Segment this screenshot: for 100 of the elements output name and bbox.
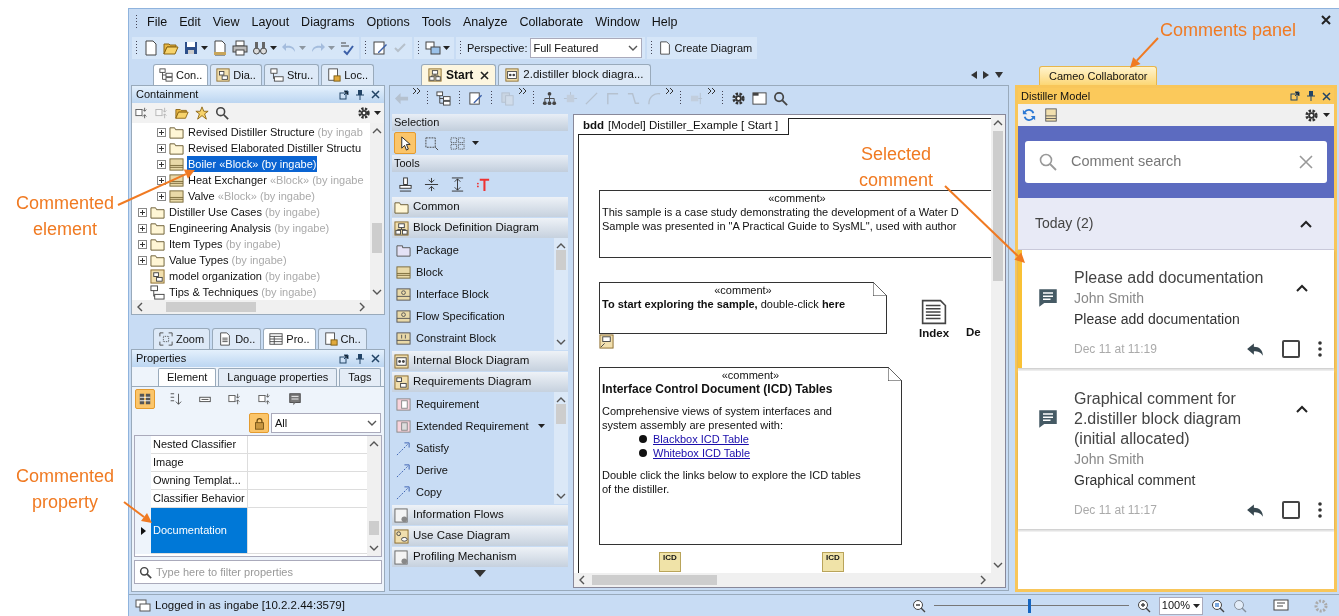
icd-icon[interactable]: ICD (659, 552, 681, 572)
zoom-dropdown[interactable]: 100% (1158, 596, 1203, 615)
comment-text: To start exploring the sample, double-click here (602, 297, 847, 311)
comment-card[interactable]: Please add documentation John Smith Please add documentation Dec 11 at 11:19 (1018, 250, 1334, 368)
palette-item[interactable]: Satisfy (392, 437, 554, 459)
callout-label: Commented element (14, 192, 115, 241)
menu-item[interactable]: Collaborate (513, 12, 590, 32)
palette-group[interactable]: Requirements Diagram (392, 372, 568, 392)
diagram-tab[interactable]: 2.distiller block diagra... (498, 64, 651, 85)
palette-item[interactable]: Copy (392, 481, 554, 503)
tree-item[interactable]: Revised Distiller Structure (by ingab (187, 123, 364, 141)
link[interactable]: Whitebox ICD Table (653, 446, 750, 460)
callout-label: Selected comment (858, 143, 934, 192)
filter-field[interactable]: Type here to filter properties (134, 560, 382, 584)
menu-item[interactable]: Analyze (456, 12, 514, 32)
shape-label: De (966, 325, 981, 340)
menu-item[interactable]: Options (360, 12, 416, 32)
palette-group[interactable]: Internal Block Diagram (392, 351, 568, 371)
tree-item[interactable]: Engineering Analysis (by ingabe) (168, 219, 331, 237)
comment-title: Interface Control Document (ICD) Tables (602, 382, 834, 396)
panel-tab[interactable]: Con.. (153, 64, 209, 85)
properties-tab[interactable]: Tags (339, 368, 381, 386)
tree-item[interactable]: Boiler «Block» (by ingabe) (187, 155, 318, 173)
comment-text: Comprehensive views of system interfaces and system assembly are presented with: (602, 404, 833, 432)
panel-tab[interactable]: Stru.. (263, 64, 320, 85)
palette-item[interactable]: Derive (392, 459, 554, 481)
menu-item[interactable]: Tools (415, 12, 457, 32)
menu-item[interactable]: Window (589, 12, 646, 32)
tree-item[interactable]: model organization (by ingabe) (168, 267, 322, 285)
filter-dropdown[interactable]: All (271, 413, 381, 433)
palette-section-label: Tools (392, 155, 568, 172)
panel-tab[interactable]: Zoom (153, 328, 211, 349)
callout-label: Comments panel (1160, 19, 1297, 42)
comment-body: Graphical comment (1074, 471, 1197, 490)
menu-item[interactable]: File (141, 12, 174, 32)
perspective-label: Perspective: (467, 40, 528, 56)
link[interactable]: Blackbox ICD Table (653, 432, 749, 446)
comment-author: John Smith (1074, 289, 1146, 308)
property-name[interactable]: Image (151, 454, 248, 472)
comment-title: Please add documentation (1074, 268, 1265, 288)
search-field[interactable]: Comment search (1025, 141, 1327, 183)
comment-stereotype: «comment» (720, 368, 781, 382)
menu-item[interactable]: Edit (173, 12, 207, 32)
palette-item[interactable]: Interface Block (392, 283, 554, 305)
property-name[interactable]: Nested Classifier (151, 436, 248, 454)
tree-item[interactable]: Valve «Block» (by ingabe) (187, 187, 316, 205)
panel-tab[interactable]: Ch.. (317, 328, 367, 349)
callout-label: Commented property (14, 465, 115, 514)
comment-note[interactable]: «comment» This sample is a case study demonstrating the development of a Water D Sample was presented in "A Practical Guide to SysML", used with author (599, 190, 991, 258)
comment-text: Double click the links below to explore the ICD tables of the distiller. (602, 468, 862, 496)
comment-date: Dec 11 at 11:17 (1074, 502, 1157, 519)
panel-tab[interactable]: Dia.. (210, 64, 262, 85)
menu-item[interactable]: Diagrams (295, 12, 361, 32)
frame-label: bdd [Model] Distiller_Example [ Start ] (578, 118, 790, 135)
panel-tab[interactable]: Do.. (212, 328, 262, 349)
filter-input[interactable]: Type here to filter properties (156, 563, 377, 581)
palette-group[interactable]: Block Definition Diagram (392, 218, 568, 238)
property-name[interactable]: Documentation (151, 508, 248, 554)
palette-group[interactable]: Use Case Diagram (392, 526, 568, 546)
palette-item[interactable]: Requirement (392, 393, 554, 415)
panel-tab[interactable]: Loc.. (321, 64, 375, 85)
palette-item[interactable]: Extended Requirement (392, 415, 554, 437)
icd-icon[interactable]: ICD (822, 552, 844, 572)
comment-note[interactable]: «comment» To start exploring the sample, double-click here (599, 282, 887, 334)
palette-group[interactable]: Profiling Mechanism (392, 547, 568, 567)
panel-tab[interactable]: Cameo Collaborator (1039, 66, 1158, 85)
menu-item[interactable]: Help (645, 12, 684, 32)
properties-tab[interactable]: Language properties (218, 368, 338, 386)
palette-item[interactable]: Package (392, 239, 554, 261)
tree-item[interactable]: Item Types (by ingabe) (168, 235, 282, 253)
status-text: Logged in as ingabe [10.2.2.44:3579] (155, 597, 345, 613)
comment-text: Sample was presented in "A Practical Guide to SysML", used with author (602, 219, 958, 233)
properties-tab[interactable]: Element (158, 368, 217, 386)
palette-item[interactable]: Constraint Block (392, 327, 554, 349)
tree-item[interactable]: Value Types (by ingabe) (168, 251, 288, 269)
comment-body: Please add documentation (1074, 310, 1241, 329)
tree-item[interactable]: Tips & Techniques (by ingabe) (168, 283, 318, 300)
property-name[interactable]: Owning Templat... (151, 472, 248, 490)
comment-text: This sample is a case study demonstrating the development of a Water D (602, 205, 960, 219)
panel-title: Containment (136, 87, 199, 103)
group-header[interactable]: Today (2) (1035, 213, 1094, 234)
tree-item[interactable]: Revised Elaborated Distiller Structu (187, 139, 363, 157)
comment-card[interactable]: Graphical comment for 2.distiller block diagram (initial allocated) John Smith Graphical comment Dec 11 at 11:17 (1018, 371, 1334, 529)
perspective-dropdown[interactable]: Full Featured (529, 38, 642, 58)
comment-author: John Smith (1074, 450, 1146, 469)
panel-tab[interactable]: Pro.. (263, 328, 316, 349)
palette-item[interactable]: Block (392, 261, 554, 283)
palette-item[interactable]: Flow Specification (392, 305, 554, 327)
tree-item[interactable]: Distiller Use Cases (by ingabe) (168, 203, 321, 221)
menu-item[interactable]: View (206, 12, 246, 32)
palette-group[interactable]: Information Flows (392, 505, 568, 525)
panel-title: Distiller Model (1021, 88, 1091, 104)
shape-label: Index (919, 326, 950, 341)
comment-title: Graphical comment for 2.distiller block diagram (initial allocated) (1074, 389, 1243, 449)
panel-title: Properties (136, 351, 187, 367)
palette-group[interactable]: Common (392, 197, 568, 217)
tree-item[interactable]: Heat Exchanger «Block» (by ingabe (187, 171, 365, 189)
comment-date: Dec 11 at 11:19 (1074, 341, 1157, 358)
diagram-tab[interactable]: Start (421, 64, 497, 85)
menu-item[interactable]: Layout (245, 12, 296, 32)
